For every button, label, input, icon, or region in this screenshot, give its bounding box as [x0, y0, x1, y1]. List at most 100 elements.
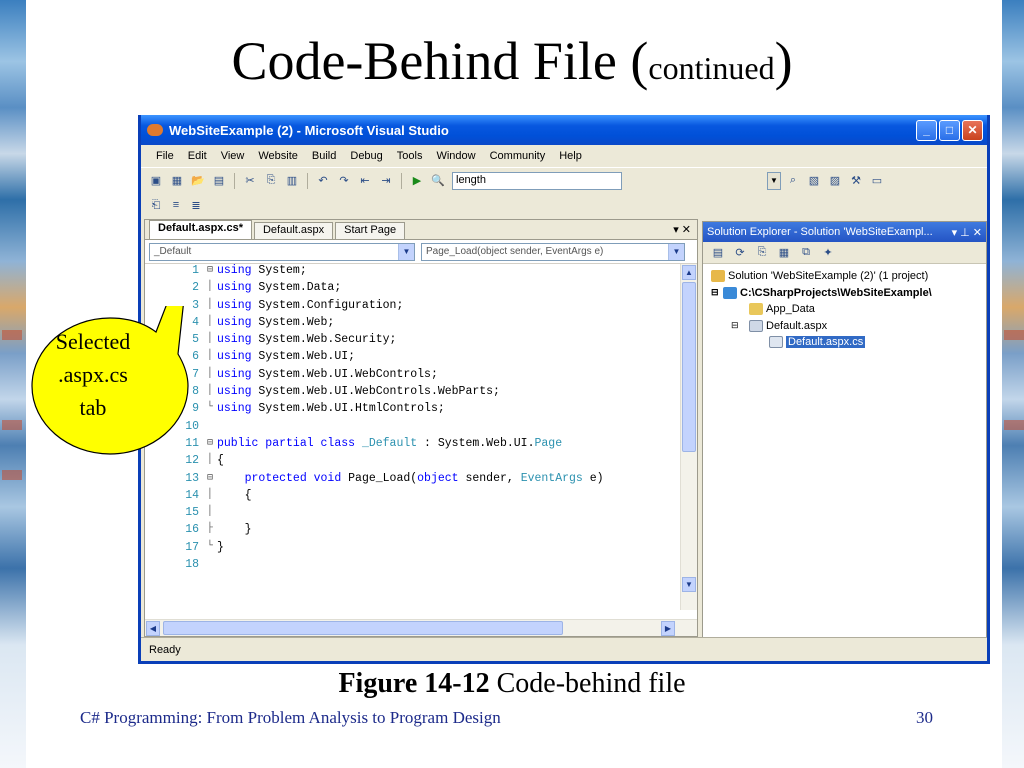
- chevron-down-icon: ▼: [398, 243, 414, 260]
- folder-icon: [749, 303, 763, 316]
- code-line: 2 │ using System.Data;: [192, 281, 342, 295]
- properties-icon[interactable]: ▤: [709, 245, 727, 261]
- other-windows-icon[interactable]: ▭: [868, 173, 886, 189]
- code-line: 14 │ {: [185, 488, 252, 502]
- view-code-icon[interactable]: ▦: [775, 245, 793, 261]
- menu-edit[interactable]: Edit: [181, 150, 214, 162]
- outdent-icon[interactable]: ≣: [187, 197, 205, 213]
- horizontal-scrollbar[interactable]: ◀ ▶: [145, 619, 697, 636]
- maximize-button[interactable]: □: [939, 119, 960, 141]
- redo-icon[interactable]: ↷: [335, 173, 353, 189]
- solution-explorer-header: Solution Explorer - Solution 'WebSiteExa…: [703, 222, 986, 242]
- tab-default-aspx[interactable]: Default.aspx: [253, 222, 334, 239]
- callout-text: Selected .aspx.cs tab: [55, 329, 131, 420]
- solution-tree: Solution 'WebSiteExample (2)' (1 project…: [703, 264, 986, 351]
- code-line: 1 ⊟ using System;: [192, 264, 307, 277]
- add-item-icon[interactable]: ▦: [168, 173, 186, 189]
- copy-website-icon[interactable]: ⧉: [797, 245, 815, 261]
- code-editor-pane: Default.aspx.cs* Default.aspx Start Page…: [144, 219, 698, 637]
- find-icon[interactable]: 🔍: [429, 173, 447, 189]
- tree-item-project[interactable]: ⊟ C:\CSharpProjects\WebSiteExample\: [703, 285, 986, 302]
- figure-caption: Figure 14-12 Code-behind file: [338, 668, 686, 699]
- code-line: 17 └}: [185, 540, 224, 554]
- menu-bar: File Edit View Website Build Debug Tools…: [141, 145, 987, 167]
- method-dropdown[interactable]: Page_Load(object sender, EventArgs e) ▼: [421, 242, 685, 261]
- visual-studio-window: WebSiteExample (2) - Microsoft Visual St…: [138, 115, 990, 664]
- save-icon[interactable]: ▤: [210, 173, 228, 189]
- indent-icon[interactable]: ≡: [167, 197, 185, 213]
- cs-file-icon: [769, 336, 783, 349]
- menu-debug[interactable]: Debug: [343, 150, 389, 162]
- page-number: 30: [916, 708, 933, 727]
- nest-files-icon[interactable]: ⎘: [753, 245, 771, 261]
- menu-view[interactable]: View: [214, 150, 252, 162]
- code-line: 18: [185, 558, 199, 572]
- scroll-down-icon: ▼: [682, 577, 696, 592]
- code-line: 15 │: [185, 506, 213, 520]
- status-bar: Ready: [141, 637, 987, 661]
- code-line: 5 │ using System.Web.Security;: [192, 333, 397, 347]
- document-tabstrip: Default.aspx.cs* Default.aspx Start Page…: [145, 220, 697, 240]
- window-titlebar: WebSiteExample (2) - Microsoft Visual St…: [141, 115, 987, 145]
- paste-icon[interactable]: ▥: [283, 173, 301, 189]
- collapse-icon: ⊟: [711, 287, 719, 298]
- tab-default-aspx-cs[interactable]: Default.aspx.cs*: [149, 220, 252, 239]
- solution-explorer-pane: Solution Explorer - Solution 'WebSiteExa…: [702, 221, 987, 639]
- minimize-button[interactable]: _: [916, 119, 937, 141]
- navigation-dropdowns: _Default ▼ Page_Load(object sender, Event…: [145, 240, 697, 264]
- copy-icon[interactable]: ⎘: [262, 173, 280, 189]
- code-line: 16 ├ }: [185, 523, 252, 537]
- tree-item-app-data[interactable]: App_Data: [703, 301, 986, 318]
- display-members-icon[interactable]: ⎗: [147, 197, 165, 213]
- code-line: 6 │ using System.Web.UI;: [192, 350, 356, 364]
- code-line: 11 ⊟ public partial class _Default : Syste…: [185, 436, 563, 450]
- properties-icon[interactable]: ▨: [826, 173, 844, 189]
- solution-icon: [711, 270, 725, 283]
- menu-community[interactable]: Community: [483, 150, 553, 162]
- code-line: 12 │{: [185, 454, 224, 468]
- pane-controls[interactable]: ▾ ⊥ ✕: [952, 226, 986, 239]
- find-input[interactable]: length: [452, 171, 622, 190]
- navigate-forward-icon[interactable]: ⇥: [377, 173, 395, 189]
- undo-icon[interactable]: ↶: [314, 173, 332, 189]
- new-project-icon[interactable]: ▣: [147, 173, 165, 189]
- code-line: 7 │ using System.Web.UI.WebControls;: [192, 367, 438, 381]
- slide-footer: C# Programming: From Problem Analysis to…: [80, 708, 501, 727]
- code-text-area[interactable]: 1 ⊟ using System; 2 │ using System.Data; 3 │ u…: [145, 264, 697, 610]
- menu-file[interactable]: File: [149, 150, 181, 162]
- slide-title: Code-Behind File (continued): [231, 31, 793, 91]
- refresh-icon[interactable]: ⟳: [731, 245, 749, 261]
- class-dropdown[interactable]: _Default ▼: [149, 242, 415, 261]
- menu-build[interactable]: Build: [305, 150, 343, 162]
- tab-controls[interactable]: ▾ ✕: [673, 223, 691, 236]
- tree-item-default-aspx[interactable]: ⊟ Default.aspx: [703, 318, 986, 335]
- start-debug-icon[interactable]: ▶: [408, 173, 426, 189]
- menu-website[interactable]: Website: [251, 150, 305, 162]
- find-dropdown-arrow[interactable]: ▼: [767, 171, 781, 190]
- right-decorative-strip: [1002, 0, 1024, 768]
- open-file-icon[interactable]: 📂: [189, 173, 207, 189]
- cut-icon[interactable]: ✂: [241, 173, 259, 189]
- menu-window[interactable]: Window: [429, 150, 482, 162]
- toolbox-icon[interactable]: ⚒: [847, 173, 865, 189]
- code-line: 4 │ using System.Web;: [192, 315, 335, 329]
- code-line: 13 ⊟ protected void Page_Load(object send…: [185, 471, 604, 485]
- tree-item-solution[interactable]: Solution 'WebSiteExample (2)' (1 project…: [703, 268, 986, 285]
- web-project-icon: [723, 286, 737, 299]
- tab-start-page[interactable]: Start Page: [335, 222, 406, 239]
- close-button[interactable]: ✕: [962, 119, 983, 141]
- code-line: 3 │ using System.Configuration;: [192, 298, 404, 312]
- tree-item-default-aspx-cs[interactable]: Default.aspx.cs: [703, 334, 986, 351]
- navigate-back-icon[interactable]: ⇤: [356, 173, 374, 189]
- code-line: 9 └ using System.Web.UI.HtmlControls;: [192, 402, 445, 416]
- solution-explorer-toolbar: ▤ ⟳ ⎘ ▦ ⧉ ✦: [703, 242, 986, 264]
- menu-tools[interactable]: Tools: [390, 150, 430, 162]
- vertical-scrollbar[interactable]: ▲ ▼: [680, 264, 697, 610]
- find-in-files-icon[interactable]: ⌕: [784, 173, 802, 189]
- asp-config-icon[interactable]: ✦: [819, 245, 837, 261]
- window-title: WebSiteExample (2) - Microsoft Visual St…: [169, 122, 449, 138]
- vs-logo-icon: [147, 124, 163, 136]
- standard-toolbar: ▣ ▦ 📂 ▤ ✂ ⎘ ▥ ↶ ↷ ⇤ ⇥ ▶ 🔍 length ▼ ⌕ ▧ ▨…: [141, 167, 987, 193]
- solution-explorer-icon[interactable]: ▧: [805, 173, 823, 189]
- menu-help[interactable]: Help: [552, 150, 589, 162]
